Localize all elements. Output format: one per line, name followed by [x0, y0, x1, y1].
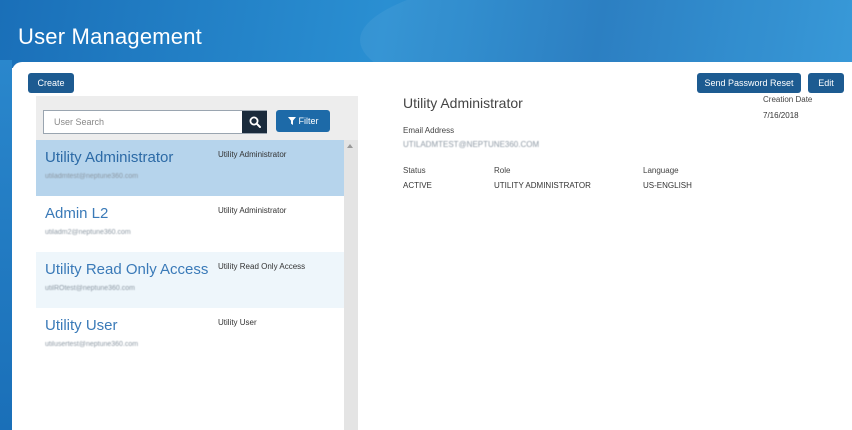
left-accent-strip — [0, 60, 12, 430]
user-role: Utility Administrator — [218, 150, 287, 159]
filter-button[interactable]: Filter — [276, 110, 330, 132]
create-button[interactable]: Create — [28, 73, 74, 93]
email-address-label: Email Address — [403, 126, 455, 135]
user-list: Utility Administrator utiladmtest@neptun… — [36, 140, 344, 430]
creation-date-label: Creation Date — [763, 95, 813, 104]
user-name: Utility User — [45, 317, 118, 334]
language-label: Language — [643, 166, 679, 175]
search-box — [43, 110, 267, 134]
page-title: User Management — [18, 24, 202, 49]
detail-title: Utility Administrator — [403, 95, 523, 111]
user-list-item[interactable]: Utility Read Only Access utilROtest@nept… — [36, 252, 344, 308]
user-email: utilROtest@neptune360.com — [45, 285, 135, 292]
language-value: US-ENGLISH — [643, 181, 692, 190]
user-email: utilusertest@neptune360.com — [45, 341, 139, 348]
user-email: utiladmtest@neptune360.com — [45, 173, 139, 180]
edit-button[interactable]: Edit — [808, 73, 844, 93]
list-scrollbar[interactable] — [344, 140, 358, 430]
scroll-up-arrow-icon[interactable] — [347, 144, 353, 148]
search-button[interactable] — [242, 111, 267, 133]
app-header: User Management — [0, 0, 852, 68]
user-role: Utility Read Only Access — [218, 262, 306, 271]
header-decoration — [360, 0, 852, 68]
user-list-item[interactable]: Utility User utilusertest@neptune360.com… — [36, 308, 344, 364]
user-list-item[interactable]: Utility Administrator utiladmtest@neptun… — [36, 140, 344, 196]
user-role: Utility User — [218, 318, 257, 327]
user-name: Utility Administrator — [45, 149, 174, 166]
role-label: Role — [494, 166, 511, 175]
search-icon — [249, 116, 261, 128]
user-list-item[interactable]: Admin L2 utiladm2@neptune360.com Utility… — [36, 196, 344, 252]
email-address-value: UTILADMTEST@NEPTUNE360.COM — [403, 140, 540, 149]
status-value: ACTIVE — [403, 181, 432, 190]
filter-button-label: Filter — [298, 116, 319, 126]
search-input[interactable] — [44, 111, 241, 133]
user-name: Utility Read Only Access — [45, 261, 209, 278]
status-label: Status — [403, 166, 426, 175]
send-password-reset-button[interactable]: Send Password Reset — [697, 73, 801, 93]
user-role: Utility Administrator — [218, 206, 287, 215]
user-email: utiladm2@neptune360.com — [45, 229, 131, 236]
user-name: Admin L2 — [45, 205, 109, 222]
role-value: UTILITY ADMINISTRATOR — [494, 181, 591, 190]
creation-date-value: 7/16/2018 — [763, 111, 799, 120]
filter-icon — [287, 117, 296, 125]
